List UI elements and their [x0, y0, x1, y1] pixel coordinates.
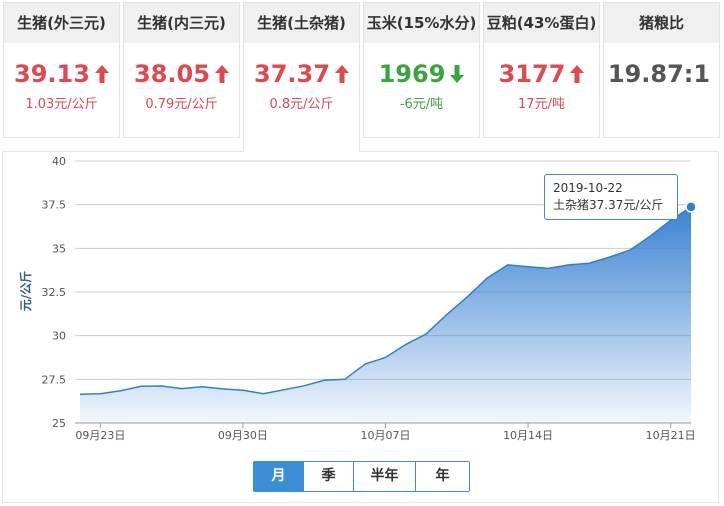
range-selector: 月 季 半年 年	[253, 461, 470, 492]
card-price-value: 39.13	[14, 60, 90, 88]
range-button-quarter[interactable]: 季	[303, 462, 353, 491]
arrow-up-icon	[94, 60, 109, 90]
card-price-value: 38.05	[134, 60, 210, 88]
card-title: 豆粕(43%蛋白)	[484, 3, 599, 43]
card-corn[interactable]: 玉米(15%水分) 1969 -6元/吨	[363, 2, 480, 138]
card-change	[604, 96, 719, 114]
card-soybean-meal[interactable]: 豆粕(43%蛋白) 3177 17元/吨	[483, 2, 600, 138]
card-change: -6元/吨	[399, 97, 444, 112]
card-price: 38.05	[124, 59, 239, 89]
card-price: 39.13	[4, 59, 119, 89]
card-title: 生猪(土杂猪)	[244, 3, 359, 43]
card-title: 生猪(外三元)	[4, 3, 119, 43]
arrow-up-icon	[570, 60, 585, 90]
card-price: 3177	[484, 59, 599, 89]
card-change: 17元/吨	[518, 97, 565, 112]
card-price-value: 3177	[498, 60, 566, 88]
arrow-up-icon	[334, 60, 349, 90]
card-price: 1969	[364, 59, 479, 89]
card-price: 37.37	[244, 59, 359, 89]
card-change: 0.79元/公斤	[145, 97, 218, 112]
card-live-pig-inner[interactable]: 生猪(内三元) 38.05 0.79元/公斤	[123, 2, 240, 138]
card-price-value: 37.37	[254, 60, 330, 88]
range-button-month[interactable]: 月	[254, 462, 303, 491]
card-change: 0.8元/公斤	[269, 97, 334, 112]
card-live-pig-outer[interactable]: 生猪(外三元) 39.13 1.03元/公斤	[3, 2, 120, 138]
data-tooltip: 2019-10-22 土杂猪37.37元/公斤	[544, 174, 678, 220]
card-title: 猪粮比	[604, 3, 719, 43]
range-button-year[interactable]: 年	[415, 462, 469, 491]
arrow-up-icon	[214, 60, 229, 90]
range-button-half-year[interactable]: 半年	[353, 462, 415, 491]
card-pig-grain-ratio[interactable]: 猪粮比 19.87:1	[603, 2, 720, 138]
card-price: 19.87:1	[604, 59, 719, 89]
card-price-value: 1969	[378, 60, 446, 88]
arrow-down-icon	[450, 60, 465, 90]
card-title: 玉米(15%水分)	[364, 3, 479, 43]
card-live-pig-local[interactable]: 生猪(土杂猪) 37.37 0.8元/公斤	[243, 2, 360, 152]
card-change: 1.03元/公斤	[25, 97, 98, 112]
category-tabs: 生猪(外三元) 39.13 1.03元/公斤 生猪(内三元) 38.05 0.7…	[0, 0, 724, 152]
tooltip-text: 土杂猪37.37元/公斤	[553, 198, 664, 212]
card-price-value: 19.87:1	[607, 60, 711, 88]
card-title: 生猪(内三元)	[124, 3, 239, 43]
tooltip-date: 2019-10-22	[553, 181, 623, 195]
